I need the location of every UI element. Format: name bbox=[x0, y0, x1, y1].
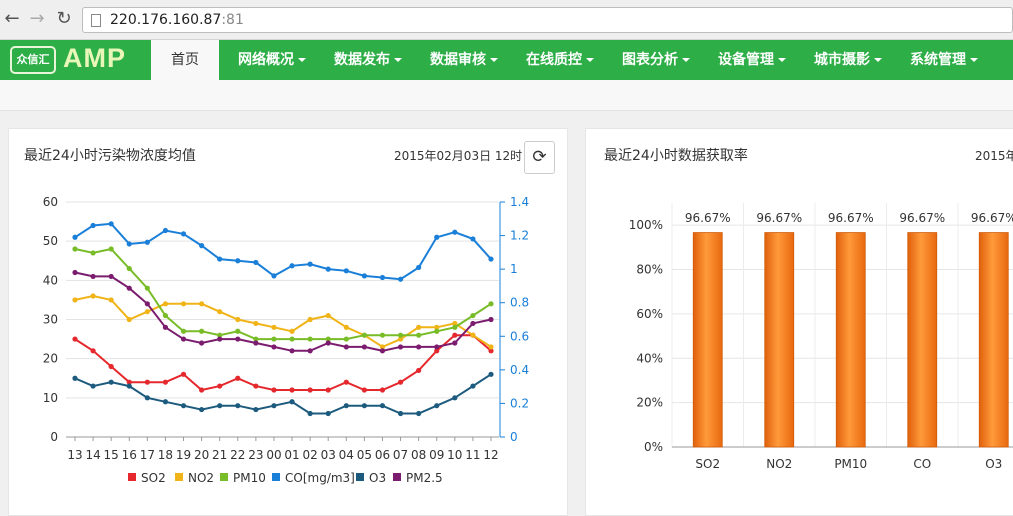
nav-tab-6[interactable]: 设备管理 bbox=[718, 40, 786, 80]
nav-tab-4[interactable]: 在线质控 bbox=[526, 40, 594, 80]
address-bar[interactable]: 220.176.160.87:81 bbox=[82, 7, 1013, 33]
back-icon[interactable]: ← bbox=[2, 9, 22, 29]
nav-tab-1[interactable]: 网络概况 bbox=[238, 40, 306, 80]
panel-title: 最近24小时数据获取率 bbox=[604, 148, 748, 164]
nav-tab-7[interactable]: 城市摄影 bbox=[814, 40, 882, 80]
acquisition-panel: 最近24小时数据获取率 2015年 bbox=[585, 128, 1013, 516]
caret-down-icon bbox=[298, 58, 306, 62]
nav-tab-0[interactable]: 首页 bbox=[151, 40, 219, 80]
caret-down-icon bbox=[778, 58, 786, 62]
forward-icon[interactable]: → bbox=[27, 9, 47, 29]
caret-down-icon bbox=[682, 58, 690, 62]
sub-bar bbox=[0, 80, 1013, 111]
nav-tab-label: 图表分析 bbox=[622, 52, 678, 68]
panel-title: 最近24小时污染物浓度均值 bbox=[24, 148, 196, 164]
panel-timestamp: 2015年 bbox=[975, 149, 1013, 163]
caret-down-icon bbox=[490, 58, 498, 62]
main-navbar: 众信汇 AMP 首页 网络概况 数据发布 数据审核 在线质控 图表分析 设备管理 城市摄影 系统… bbox=[0, 40, 1013, 80]
caret-down-icon bbox=[874, 58, 882, 62]
nav-tab-label: 设备管理 bbox=[718, 52, 774, 68]
nav-tab-3[interactable]: 数据审核 bbox=[430, 40, 498, 80]
panel-timestamp: 2015年02月03日 12时 bbox=[394, 149, 523, 163]
page-icon bbox=[91, 14, 101, 27]
nav-tab-8[interactable]: 系统管理 bbox=[910, 40, 978, 80]
nav-tab-5[interactable]: 图表分析 bbox=[622, 40, 690, 80]
caret-down-icon bbox=[586, 58, 594, 62]
nav-tab-label: 数据审核 bbox=[430, 52, 486, 68]
nav-tab-label: 系统管理 bbox=[910, 52, 966, 68]
caret-down-icon bbox=[970, 58, 978, 62]
nav-tab-label: 数据发布 bbox=[334, 52, 390, 68]
url-text: 220.176.160.87:81 bbox=[110, 12, 244, 28]
nav-tab-label: 首页 bbox=[171, 52, 199, 68]
logo-text: AMP bbox=[63, 43, 126, 73]
nav-tab-2[interactable]: 数据发布 bbox=[334, 40, 402, 80]
nav-tab-label: 城市摄影 bbox=[814, 52, 870, 68]
browser-toolbar: ← → ↻ 220.176.160.87:81 bbox=[0, 0, 1013, 40]
nav-tab-label: 在线质控 bbox=[526, 52, 582, 68]
caret-down-icon bbox=[394, 58, 402, 62]
nav-tab-label: 网络概况 bbox=[238, 52, 294, 68]
logo-badge: 众信汇 bbox=[10, 46, 56, 74]
pollutant-chart-area bbox=[40, 190, 532, 498]
refresh-icon: ⟳ bbox=[532, 147, 547, 167]
refresh-button[interactable]: ⟳ bbox=[524, 141, 555, 174]
reload-icon[interactable]: ↻ bbox=[54, 9, 74, 29]
